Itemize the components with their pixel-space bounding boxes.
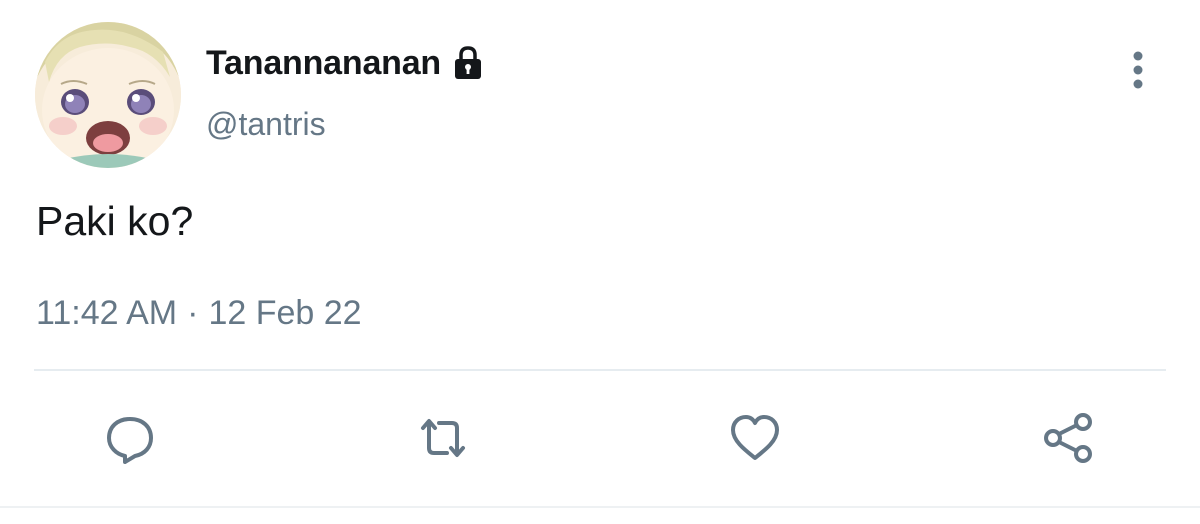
reply-button[interactable] xyxy=(100,408,160,468)
timestamp-row: 11:42 AM · 12 Feb 22 xyxy=(36,294,362,333)
bottom-divider xyxy=(0,506,1200,508)
display-name[interactable]: Tanannananan xyxy=(206,44,441,83)
more-vertical-icon xyxy=(1132,50,1144,95)
avatar[interactable] xyxy=(35,22,181,168)
more-options-button[interactable] xyxy=(1118,48,1158,96)
handle[interactable]: @tantris xyxy=(206,106,326,143)
timestamp-separator: · xyxy=(187,294,199,332)
tweet-card: Tanannananan @tantris Paki ko? 11:42 AM … xyxy=(0,0,1200,524)
lock-icon xyxy=(449,44,487,82)
display-name-row: Tanannananan xyxy=(206,42,487,84)
retweet-button[interactable] xyxy=(413,408,473,468)
reply-icon xyxy=(102,410,158,466)
retweet-icon xyxy=(413,410,473,466)
tweet-text: Paki ko? xyxy=(36,198,194,244)
share-icon xyxy=(1040,410,1096,466)
divider xyxy=(34,369,1166,371)
like-button[interactable] xyxy=(725,408,785,468)
heart-icon xyxy=(727,410,783,466)
tweet-time[interactable]: 11:42 AM xyxy=(36,294,177,333)
tweet-date[interactable]: 12 Feb 22 xyxy=(208,294,361,333)
share-button[interactable] xyxy=(1038,408,1098,468)
